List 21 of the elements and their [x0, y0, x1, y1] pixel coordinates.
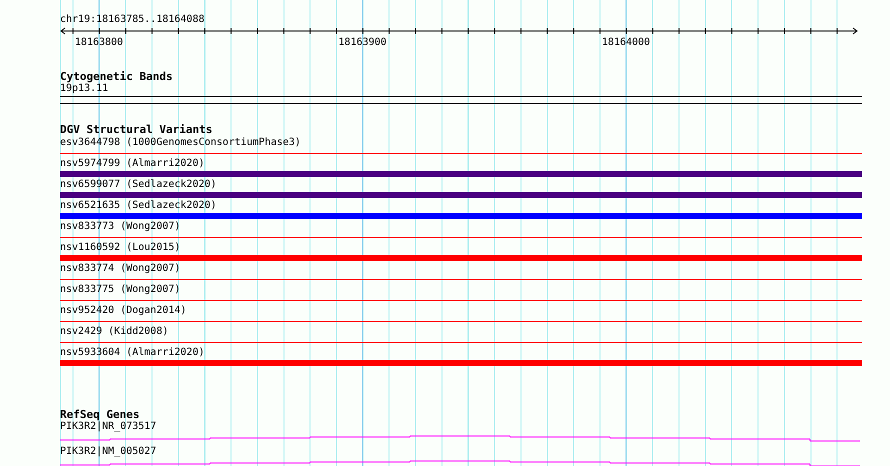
track-title: DGV Structural Variants [60, 124, 214, 136]
variant-label: nsv6599077 (Sedlazeck2020) [60, 178, 218, 191]
gene-label: PIK3R2|NR_073517 [60, 421, 158, 433]
band-label: 19p13.11 [60, 83, 110, 95]
variant-label: nsv1160592 (Lou2015) [60, 241, 182, 254]
ruler-tick-label: 18163900 [338, 37, 387, 49]
track-title: Cytogenetic Bands [60, 71, 174, 83]
variant-label: nsv833774 (Wong2007) [60, 262, 182, 275]
variant-label: nsv5933604 (Almarri2020) [60, 346, 206, 359]
variant-label: nsv833775 (Wong2007) [60, 283, 182, 296]
track-title: RefSeq Genes [60, 409, 140, 421]
variant-label: nsv5974799 (Almarri2020) [60, 157, 206, 170]
variant-label: esv3644798 (1000GenomesConsortiumPhase3) [60, 136, 302, 149]
variant-label: nsv6521635 (Sedlazeck2020) [60, 199, 218, 212]
ruler-tick-label: 18164000 [602, 37, 650, 49]
variant-label: nsv833773 (Wong2007) [60, 220, 182, 233]
variant-label: nsv2429 (Kidd2008) [60, 325, 170, 338]
gene-label: PIK3R2|NM_005027 [60, 446, 158, 458]
ruler-tick-label: 18163800 [74, 37, 124, 49]
variant-label: nsv952420 (Dogan2014) [60, 304, 188, 317]
location-label: chr19:18163785..18164088 [60, 13, 206, 26]
